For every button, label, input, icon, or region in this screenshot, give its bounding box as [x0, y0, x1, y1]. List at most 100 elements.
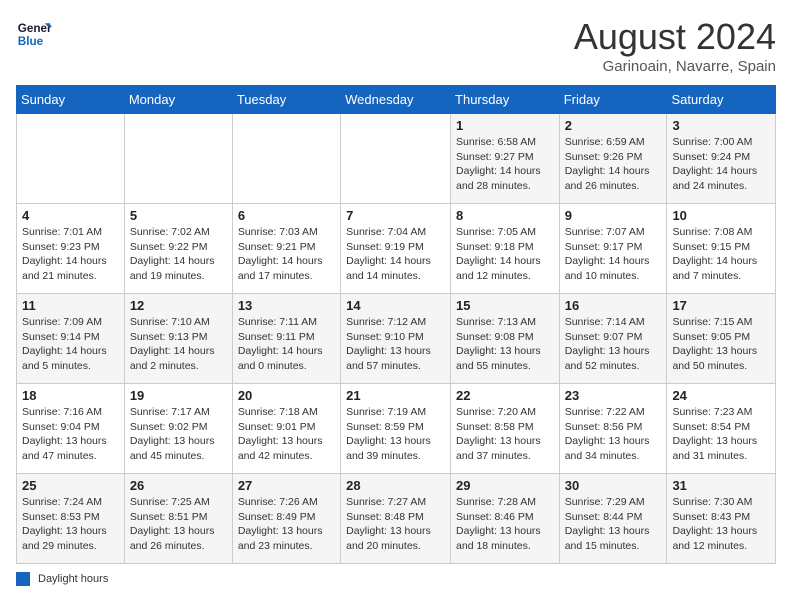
day-info: Sunrise: 7:04 AMSunset: 9:19 PMDaylight:…	[346, 225, 445, 284]
day-info: Sunrise: 7:14 AMSunset: 9:07 PMDaylight:…	[565, 315, 662, 374]
calendar-cell: 2 Sunrise: 6:59 AMSunset: 9:26 PMDaylight…	[559, 114, 667, 204]
calendar-cell: 29 Sunrise: 7:28 AMSunset: 8:46 PMDayligh…	[451, 474, 560, 564]
day-info: Sunrise: 6:59 AMSunset: 9:26 PMDaylight:…	[565, 135, 662, 194]
day-number: 18	[22, 388, 119, 403]
calendar-day-header: Friday	[559, 86, 667, 114]
calendar-week-row: 25 Sunrise: 7:24 AMSunset: 8:53 PMDayligh…	[17, 474, 776, 564]
calendar-table: SundayMondayTuesdayWednesdayThursdayFrid…	[16, 85, 776, 564]
day-number: 10	[672, 208, 770, 223]
legend-label: Daylight hours	[38, 573, 108, 585]
day-info: Sunrise: 7:05 AMSunset: 9:18 PMDaylight:…	[456, 225, 554, 284]
day-info: Sunrise: 7:09 AMSunset: 9:14 PMDaylight:…	[22, 315, 119, 374]
calendar-cell: 11 Sunrise: 7:09 AMSunset: 9:14 PMDayligh…	[17, 294, 125, 384]
calendar-cell	[341, 114, 451, 204]
day-number: 23	[565, 388, 662, 403]
calendar-cell: 26 Sunrise: 7:25 AMSunset: 8:51 PMDayligh…	[124, 474, 232, 564]
day-info: Sunrise: 7:15 AMSunset: 9:05 PMDaylight:…	[672, 315, 770, 374]
day-info: Sunrise: 7:26 AMSunset: 8:49 PMDaylight:…	[238, 495, 335, 554]
day-number: 1	[456, 118, 554, 133]
calendar-cell: 28 Sunrise: 7:27 AMSunset: 8:48 PMDayligh…	[341, 474, 451, 564]
day-info: Sunrise: 7:30 AMSunset: 8:43 PMDaylight:…	[672, 495, 770, 554]
day-info: Sunrise: 7:17 AMSunset: 9:02 PMDaylight:…	[130, 405, 227, 464]
day-number: 5	[130, 208, 227, 223]
calendar-day-header: Monday	[124, 86, 232, 114]
calendar-day-header: Sunday	[17, 86, 125, 114]
day-number: 11	[22, 298, 119, 313]
day-info: Sunrise: 7:08 AMSunset: 9:15 PMDaylight:…	[672, 225, 770, 284]
day-info: Sunrise: 6:58 AMSunset: 9:27 PMDaylight:…	[456, 135, 554, 194]
calendar-body: 1 Sunrise: 6:58 AMSunset: 9:27 PMDaylight…	[17, 114, 776, 564]
day-number: 29	[456, 478, 554, 493]
calendar-cell	[17, 114, 125, 204]
calendar-cell: 30 Sunrise: 7:29 AMSunset: 8:44 PMDayligh…	[559, 474, 667, 564]
day-info: Sunrise: 7:03 AMSunset: 9:21 PMDaylight:…	[238, 225, 335, 284]
calendar-day-header: Wednesday	[341, 86, 451, 114]
day-number: 24	[672, 388, 770, 403]
day-number: 6	[238, 208, 335, 223]
calendar-cell: 10 Sunrise: 7:08 AMSunset: 9:15 PMDayligh…	[667, 204, 776, 294]
day-info: Sunrise: 7:25 AMSunset: 8:51 PMDaylight:…	[130, 495, 227, 554]
day-number: 20	[238, 388, 335, 403]
calendar-header-row: SundayMondayTuesdayWednesdayThursdayFrid…	[17, 86, 776, 114]
logo: General Blue	[16, 16, 52, 52]
day-info: Sunrise: 7:28 AMSunset: 8:46 PMDaylight:…	[456, 495, 554, 554]
calendar-cell: 9Sunrise: 7:07 AMSunset: 9:17 PMDaylight…	[559, 204, 667, 294]
day-number: 12	[130, 298, 227, 313]
header: General Blue August 2024 Garinoain, Nava…	[16, 16, 776, 75]
day-number: 26	[130, 478, 227, 493]
day-number: 16	[565, 298, 662, 313]
calendar-cell: 19Sunrise: 7:17 AMSunset: 9:02 PMDayligh…	[124, 384, 232, 474]
day-info: Sunrise: 7:18 AMSunset: 9:01 PMDaylight:…	[238, 405, 335, 464]
day-number: 31	[672, 478, 770, 493]
calendar-cell: 8Sunrise: 7:05 AMSunset: 9:18 PMDaylight…	[451, 204, 560, 294]
day-info: Sunrise: 7:16 AMSunset: 9:04 PMDaylight:…	[22, 405, 119, 464]
day-info: Sunrise: 7:29 AMSunset: 8:44 PMDaylight:…	[565, 495, 662, 554]
day-number: 22	[456, 388, 554, 403]
legend-color-box	[16, 572, 30, 586]
day-info: Sunrise: 7:11 AMSunset: 9:11 PMDaylight:…	[238, 315, 335, 374]
calendar-cell: 27 Sunrise: 7:26 AMSunset: 8:49 PMDayligh…	[232, 474, 340, 564]
day-number: 28	[346, 478, 445, 493]
calendar-cell: 15 Sunrise: 7:13 AMSunset: 9:08 PMDayligh…	[451, 294, 560, 384]
svg-text:Blue: Blue	[18, 35, 44, 48]
day-number: 30	[565, 478, 662, 493]
title-area: August 2024 Garinoain, Navarre, Spain	[574, 16, 776, 75]
day-number: 27	[238, 478, 335, 493]
day-number: 15	[456, 298, 554, 313]
calendar-cell: 14 Sunrise: 7:12 AMSunset: 9:10 PMDayligh…	[341, 294, 451, 384]
day-info: Sunrise: 7:20 AMSunset: 8:58 PMDaylight:…	[456, 405, 554, 464]
day-number: 25	[22, 478, 119, 493]
calendar-week-row: 1 Sunrise: 6:58 AMSunset: 9:27 PMDaylight…	[17, 114, 776, 204]
calendar-cell	[232, 114, 340, 204]
calendar-week-row: 4Sunrise: 7:01 AMSunset: 9:23 PMDaylight…	[17, 204, 776, 294]
calendar-cell: 7Sunrise: 7:04 AMSunset: 9:19 PMDaylight…	[341, 204, 451, 294]
calendar-day-header: Thursday	[451, 86, 560, 114]
calendar-cell: 22 Sunrise: 7:20 AMSunset: 8:58 PMDayligh…	[451, 384, 560, 474]
day-info: Sunrise: 7:07 AMSunset: 9:17 PMDaylight:…	[565, 225, 662, 284]
day-info: Sunrise: 7:02 AMSunset: 9:22 PMDaylight:…	[130, 225, 227, 284]
calendar-cell: 17 Sunrise: 7:15 AMSunset: 9:05 PMDayligh…	[667, 294, 776, 384]
day-number: 17	[672, 298, 770, 313]
day-info: Sunrise: 7:27 AMSunset: 8:48 PMDaylight:…	[346, 495, 445, 554]
calendar-week-row: 11 Sunrise: 7:09 AMSunset: 9:14 PMDayligh…	[17, 294, 776, 384]
calendar-cell: 13Sunrise: 7:11 AMSunset: 9:11 PMDayligh…	[232, 294, 340, 384]
calendar-cell: 4Sunrise: 7:01 AMSunset: 9:23 PMDaylight…	[17, 204, 125, 294]
day-number: 2	[565, 118, 662, 133]
day-number: 14	[346, 298, 445, 313]
calendar-title: August 2024	[574, 16, 776, 58]
day-number: 4	[22, 208, 119, 223]
calendar-cell	[124, 114, 232, 204]
calendar-cell: 24 Sunrise: 7:23 AMSunset: 8:54 PMDayligh…	[667, 384, 776, 474]
legend-area: Daylight hours	[16, 572, 776, 586]
calendar-cell: 18 Sunrise: 7:16 AMSunset: 9:04 PMDayligh…	[17, 384, 125, 474]
day-info: Sunrise: 7:23 AMSunset: 8:54 PMDaylight:…	[672, 405, 770, 464]
calendar-cell: 21Sunrise: 7:19 AMSunset: 8:59 PMDayligh…	[341, 384, 451, 474]
day-info: Sunrise: 7:24 AMSunset: 8:53 PMDaylight:…	[22, 495, 119, 554]
day-info: Sunrise: 7:13 AMSunset: 9:08 PMDaylight:…	[456, 315, 554, 374]
calendar-cell: 23Sunrise: 7:22 AMSunset: 8:56 PMDayligh…	[559, 384, 667, 474]
day-number: 3	[672, 118, 770, 133]
day-info: Sunrise: 7:10 AMSunset: 9:13 PMDaylight:…	[130, 315, 227, 374]
day-info: Sunrise: 7:00 AMSunset: 9:24 PMDaylight:…	[672, 135, 770, 194]
calendar-cell: 25 Sunrise: 7:24 AMSunset: 8:53 PMDayligh…	[17, 474, 125, 564]
day-info: Sunrise: 7:12 AMSunset: 9:10 PMDaylight:…	[346, 315, 445, 374]
